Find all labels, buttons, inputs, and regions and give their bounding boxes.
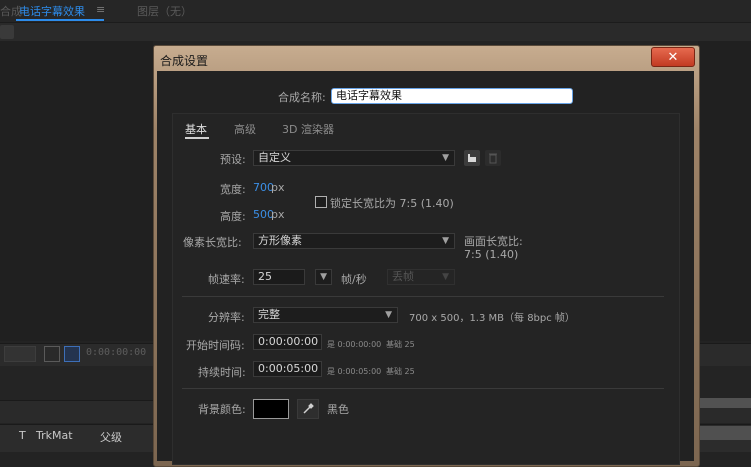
chevron-down-icon: ▼	[385, 310, 392, 320]
save-preset-button[interactable]	[464, 150, 480, 166]
start-timecode-equivalent: 是 0:00:00:00	[327, 340, 382, 349]
column-parent: 父级	[100, 431, 122, 444]
trash-icon	[489, 153, 497, 164]
timeline-bottom-strip	[698, 426, 751, 440]
panel-menu-icon[interactable]: ≡	[96, 3, 105, 16]
chevron-down-icon: ▼	[442, 236, 449, 246]
dialog-title: 合成设置	[160, 54, 209, 68]
bg-color-swatch[interactable]	[253, 399, 289, 419]
eyedropper-button[interactable]	[297, 399, 319, 419]
duration-input[interactable]: 0:00:05:00	[253, 361, 322, 377]
column-trkmat: TrkMat	[36, 429, 73, 442]
preset-value: 自定义	[258, 151, 291, 164]
tab-3d-renderer[interactable]: 3D 渲染器	[282, 121, 334, 137]
comp-name-label: 合成名称:	[278, 91, 326, 104]
tab-basic[interactable]: 基本	[185, 121, 207, 137]
delete-preset-button[interactable]	[485, 150, 501, 166]
duration-base: 基础 25	[386, 367, 415, 376]
start-timecode-input[interactable]: 0:00:00:00	[253, 334, 322, 350]
resolution-label: 分辨率:	[208, 311, 245, 324]
close-button[interactable]: ✕	[651, 47, 695, 67]
drop-frame-value: 丢帧	[392, 270, 414, 283]
height-unit: px	[271, 208, 285, 221]
start-timecode-base: 基础 25	[386, 340, 415, 349]
resolution-dropdown[interactable]: 完整 ▼	[253, 307, 398, 323]
duration-equivalent: 是 0:00:05:00	[327, 367, 382, 376]
tab-layer-panel[interactable]: 图层（无）	[137, 3, 192, 19]
eyedropper-icon	[303, 403, 314, 414]
section-divider	[182, 296, 664, 297]
resolution-value: 完整	[258, 308, 280, 321]
lock-aspect-checkbox[interactable]	[315, 196, 327, 208]
bg-color-label: 背景颜色:	[198, 403, 246, 416]
resolution-info: 700 x 500，1.3 MB（每 8bpc 帧）	[409, 313, 575, 324]
tab-composition-active[interactable]: 电话字幕效果	[19, 3, 85, 19]
pixel-aspect-value: 方形像素	[258, 234, 302, 247]
viewer-right-area	[698, 41, 751, 341]
duration-label: 持续时间:	[198, 366, 246, 379]
drop-frame-dropdown: 丢帧 ▼	[387, 269, 455, 285]
frame-rate-dropdown[interactable]: ▼	[315, 269, 332, 285]
width-label: 宽度:	[220, 183, 246, 196]
comp-name-input[interactable]: 电话字幕效果	[331, 88, 573, 104]
chevron-down-icon: ▼	[320, 272, 327, 282]
chevron-down-icon: ▼	[442, 153, 449, 163]
preset-label: 预设:	[220, 153, 246, 166]
region-of-interest-icon[interactable]	[64, 346, 80, 362]
pixel-aspect-label: 像素长宽比:	[183, 236, 242, 249]
frame-rate-unit: 帧/秒	[341, 273, 367, 286]
viewer-toolbar	[0, 23, 751, 41]
magnification-dropdown[interactable]	[4, 346, 36, 362]
start-timecode-label: 开始时间码:	[186, 339, 245, 352]
chevron-down-icon: ▼	[442, 272, 449, 282]
frame-aspect-label: 画面长宽比:	[464, 235, 523, 248]
current-timecode[interactable]: 0:00:00:00	[86, 347, 146, 358]
viewer-button[interactable]	[0, 25, 14, 39]
frame-rate-input[interactable]: 25	[253, 269, 305, 285]
section-divider	[182, 388, 664, 389]
width-unit: px	[271, 181, 285, 194]
pixel-aspect-dropdown[interactable]: 方形像素 ▼	[253, 233, 455, 249]
timeline-scroll-strip[interactable]	[698, 398, 751, 408]
active-tab-underline	[185, 137, 209, 139]
preset-dropdown[interactable]: 自定义 ▼	[253, 150, 455, 166]
frame-rate-label: 帧速率:	[208, 273, 245, 286]
active-tab-indicator	[16, 19, 104, 21]
frame-aspect-value: 7:5 (1.40)	[464, 248, 519, 261]
lock-aspect-label: 锁定长宽比为 7:5 (1.40)	[330, 197, 454, 210]
save-preset-icon	[468, 154, 476, 162]
height-label: 高度:	[220, 210, 246, 223]
bg-color-name: 黑色	[327, 403, 349, 416]
tab-advanced[interactable]: 高级	[234, 121, 256, 137]
close-icon: ✕	[667, 49, 679, 65]
column-t: T	[19, 429, 26, 442]
snapshot-icon[interactable]	[44, 346, 60, 362]
background-tab-bar	[0, 0, 751, 23]
viewer-left-area	[0, 41, 153, 341]
